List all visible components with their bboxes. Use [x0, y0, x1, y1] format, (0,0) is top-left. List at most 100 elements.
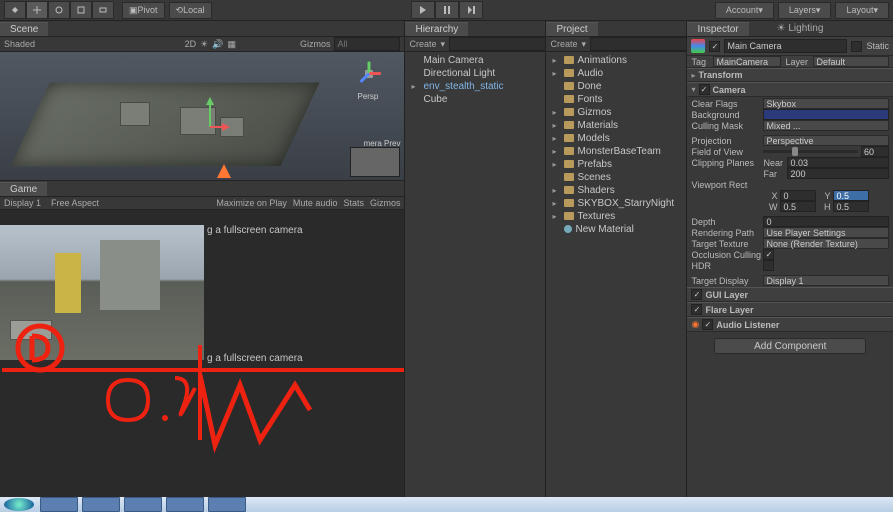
layout-dropdown[interactable]: Layout ▾	[835, 2, 889, 19]
project-folder[interactable]: ▸Textures	[546, 210, 686, 223]
tag-dropdown[interactable]: MainCamera	[713, 56, 781, 67]
hierarchy-item[interactable]: ▸env_stealth_static	[405, 80, 545, 93]
local-toggle[interactable]: ⟲ Local	[169, 2, 212, 19]
occlusion-checkbox[interactable]: ✓	[763, 249, 774, 260]
project-folder[interactable]: ▸Prefabs	[546, 158, 686, 171]
project-folder[interactable]: Done	[546, 80, 686, 93]
foldout-icon[interactable]: ▸	[552, 56, 556, 65]
audio-listener-component-header[interactable]: ◉✓Audio Listener	[687, 317, 893, 332]
move-gizmo[interactable]	[200, 97, 230, 137]
foldout-icon[interactable]: ▸	[552, 186, 556, 195]
far-field[interactable]: 200	[787, 168, 889, 179]
project-folder[interactable]: ▸Audio	[546, 67, 686, 80]
layers-dropdown[interactable]: Layers ▾	[778, 2, 832, 19]
lighting-tab[interactable]: ☀ Lighting	[769, 22, 832, 35]
target-display-dropdown[interactable]: Display 1	[763, 275, 889, 286]
near-field[interactable]: 0.03	[787, 157, 889, 168]
step-button[interactable]	[459, 1, 483, 19]
hierarchy-tab[interactable]: Hierarchy	[405, 22, 468, 36]
game-tab[interactable]: Game	[0, 182, 47, 196]
static-checkbox[interactable]	[851, 41, 862, 52]
gizmos-dropdown[interactable]: Gizmos	[300, 39, 331, 49]
project-folder[interactable]: ▸Models	[546, 132, 686, 145]
pivot-toggle[interactable]: ▣ Pivot	[122, 2, 165, 19]
project-tab[interactable]: Project	[546, 22, 597, 36]
rotate-tool[interactable]	[48, 1, 70, 19]
taskbar-app[interactable]	[124, 497, 162, 512]
hdr-checkbox[interactable]	[763, 260, 774, 271]
project-folder[interactable]: Fonts	[546, 93, 686, 106]
fov-value[interactable]: 60	[861, 146, 889, 157]
project-folder[interactable]: ▸MonsterBaseTeam	[546, 145, 686, 158]
foldout-icon[interactable]: ▸	[411, 82, 415, 91]
foldout-icon[interactable]: ▸	[552, 108, 556, 117]
display-dropdown[interactable]: Display 1	[4, 198, 41, 208]
hierarchy-item[interactable]: Cube	[405, 93, 545, 106]
foldout-icon[interactable]: ▸	[552, 121, 556, 130]
maximize-toggle[interactable]: Maximize on Play	[216, 198, 287, 208]
camera-component-header[interactable]: ▾✓Camera	[687, 82, 893, 97]
flare-layer-component-header[interactable]: ✓Flare Layer	[687, 302, 893, 317]
transform-component-header[interactable]: ▸Transform	[687, 68, 893, 82]
foldout-icon[interactable]: ▸	[552, 69, 556, 78]
game-viewport[interactable]: g a fullscreen camera g a fullscreen cam…	[0, 210, 404, 512]
taskbar-app[interactable]	[166, 497, 204, 512]
taskbar-app[interactable]	[82, 497, 120, 512]
taragona-app[interactable]	[208, 497, 246, 512]
scene-search-input[interactable]	[334, 37, 400, 51]
hierarchy-item[interactable]: Directional Light	[405, 67, 545, 80]
game-gizmos-dropdown[interactable]: Gizmos	[370, 198, 401, 208]
project-folder[interactable]: ▸Gizmos	[546, 106, 686, 119]
scene-tab[interactable]: Scene	[0, 22, 48, 36]
gui-layer-component-header[interactable]: ✓GUI Layer	[687, 287, 893, 302]
2d-toggle[interactable]: 2D	[185, 39, 197, 49]
project-folder[interactable]: Scenes	[546, 171, 686, 184]
component-enabled-checkbox[interactable]: ✓	[691, 304, 702, 315]
object-name-field[interactable]	[724, 39, 847, 53]
active-checkbox[interactable]: ✓	[709, 41, 720, 52]
aspect-dropdown[interactable]: Free Aspect	[51, 198, 99, 208]
hand-tool[interactable]	[4, 1, 26, 19]
foldout-icon[interactable]: ▸	[552, 212, 556, 221]
mute-toggle[interactable]: Mute audio	[293, 198, 338, 208]
viewport-x-field[interactable]: 0	[780, 190, 816, 201]
component-enabled-checkbox[interactable]: ✓	[691, 289, 702, 300]
foldout-icon[interactable]: ▸	[552, 134, 556, 143]
start-button[interactable]	[4, 498, 34, 511]
add-component-button[interactable]: Add Component	[714, 338, 866, 354]
fx-toggle-icon[interactable]: ▦	[227, 39, 236, 50]
depth-field[interactable]: 0	[763, 216, 889, 227]
project-folder[interactable]: ▸Shaders	[546, 184, 686, 197]
taskbar-app[interactable]	[40, 497, 78, 512]
component-enabled-checkbox[interactable]: ✓	[702, 319, 713, 330]
account-dropdown[interactable]: Account ▾	[715, 2, 774, 19]
culling-mask-dropdown[interactable]: Mixed ...	[763, 120, 889, 131]
foldout-icon[interactable]: ▸	[552, 160, 556, 169]
clear-flags-dropdown[interactable]: Skybox	[763, 98, 889, 109]
scene-viewport[interactable]: Persp mera Prev	[0, 52, 404, 180]
project-folder[interactable]: ▸SKYBOX_StarryNight	[546, 197, 686, 210]
foldout-icon[interactable]: ▸	[552, 199, 556, 208]
stats-toggle[interactable]: Stats	[343, 198, 364, 208]
projection-dropdown[interactable]: Perspective	[763, 135, 889, 146]
rect-tool[interactable]	[92, 1, 114, 19]
move-tool[interactable]	[26, 1, 48, 19]
foldout-icon[interactable]: ▸	[552, 147, 556, 156]
project-create-dropdown[interactable]: Create	[550, 39, 577, 49]
foldout-icon[interactable]: ▸	[691, 71, 695, 80]
audio-toggle-icon[interactable]: 🔊	[212, 39, 223, 50]
fov-slider[interactable]	[763, 150, 858, 153]
scale-tool[interactable]	[70, 1, 92, 19]
hierarchy-item[interactable]: Main Camera	[405, 54, 545, 67]
component-enabled-checkbox[interactable]: ✓	[699, 84, 710, 95]
project-folder[interactable]: ▸Materials	[546, 119, 686, 132]
shading-dropdown[interactable]: Shaded	[4, 39, 35, 49]
inspector-tab[interactable]: Inspector	[687, 22, 748, 36]
target-texture-field[interactable]: None (Render Texture)	[763, 238, 889, 249]
viewport-y-field[interactable]: 0.5	[833, 190, 869, 201]
pause-button[interactable]	[435, 1, 459, 19]
foldout-icon[interactable]: ▾	[691, 85, 695, 94]
layer-dropdown[interactable]: Default	[813, 56, 889, 67]
project-folder[interactable]: ▸Animations	[546, 54, 686, 67]
viewport-w-field[interactable]: 0.5	[780, 201, 816, 212]
